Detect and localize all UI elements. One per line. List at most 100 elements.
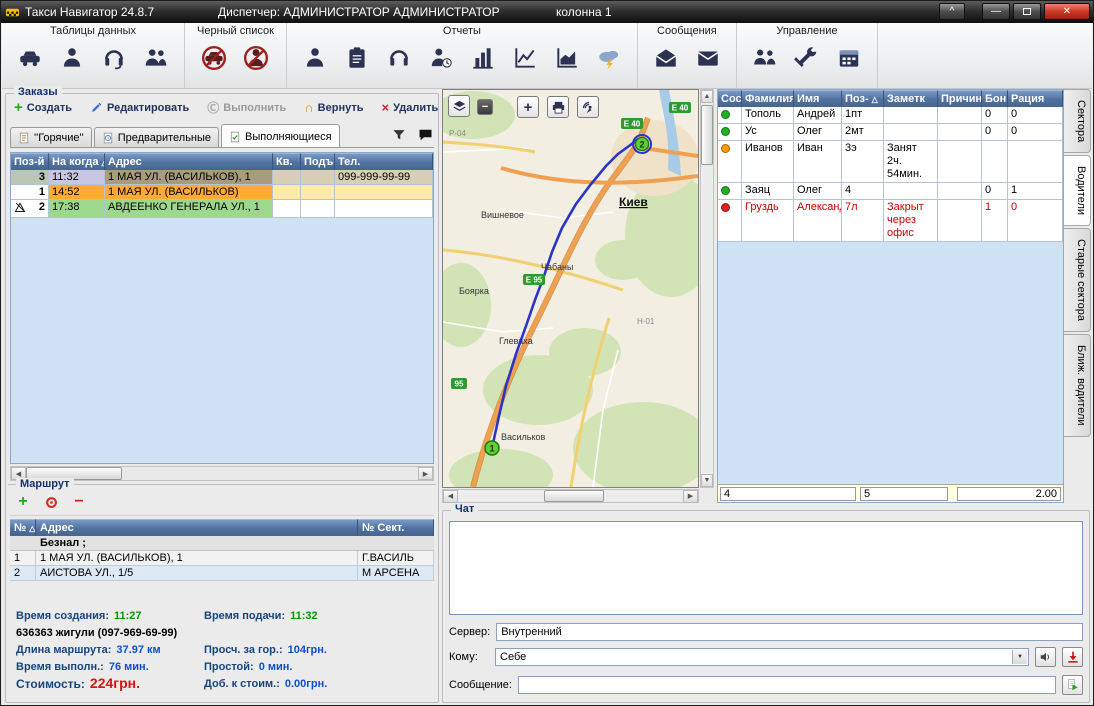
- drivers-table-button[interactable]: [140, 41, 172, 75]
- report-clients-button[interactable]: [299, 41, 331, 75]
- report-shift-button[interactable]: [425, 41, 457, 75]
- map-v-scrollbar[interactable]: ▲ ▼: [700, 89, 714, 488]
- route-row[interactable]: 2 АИСТОВА УЛ., 1/5 М АРСЕНА: [10, 566, 434, 581]
- orders-h-scrollbar[interactable]: ◀ ▶: [10, 466, 434, 481]
- schedule-button[interactable]: [833, 41, 865, 75]
- scroll-thumb[interactable]: [701, 105, 713, 165]
- svg-text:95: 95: [455, 380, 464, 389]
- save-chat-button[interactable]: [1062, 647, 1083, 667]
- scroll-right-arrow[interactable]: ▶: [418, 467, 433, 480]
- order-row[interactable]: 1 14:52 1 МАЯ УЛ. (ВАСИЛЬКОВ): [11, 185, 433, 200]
- blacklist-clients-button[interactable]: [240, 41, 272, 75]
- filter-button[interactable]: [390, 126, 408, 144]
- route-group-row[interactable]: Безнал ;: [10, 536, 434, 551]
- recipient-row: Кому: Себе ▼: [449, 647, 1083, 667]
- send-message-button[interactable]: [1062, 675, 1083, 695]
- scroll-left-arrow[interactable]: ◀: [443, 490, 458, 503]
- toolbar-group-reports: Отчеты: [287, 23, 638, 88]
- scroll-down-arrow[interactable]: ▼: [701, 474, 713, 487]
- edit-order-button[interactable]: Редактировать: [90, 101, 189, 114]
- route-table-header[interactable]: №△ Адрес № Сект.: [10, 519, 434, 536]
- settings-button[interactable]: [791, 41, 823, 75]
- map-satellite-button[interactable]: [577, 96, 599, 118]
- collapse-ribbon-button[interactable]: ^: [939, 3, 965, 20]
- order-row[interactable]: 2 17:38 АВДЕЕНКО ГЕНЕРАЛА УЛ., 1: [11, 200, 433, 218]
- blacklist-cars-button[interactable]: [198, 41, 230, 75]
- calendar-icon: [836, 45, 862, 71]
- scroll-right-arrow[interactable]: ▶: [683, 490, 698, 503]
- cars-table-button[interactable]: [14, 41, 46, 75]
- title-bar[interactable]: Такси Навигатор 24.8.7 Диспетчер: АДМИНИ…: [1, 1, 1093, 23]
- page-icon: [18, 132, 30, 144]
- page-check-icon: [229, 131, 241, 143]
- map-print-button[interactable]: [547, 96, 569, 118]
- exec-time: 76 мин.: [109, 659, 149, 676]
- map-h-scrollbar[interactable]: ◀ ▶: [442, 489, 699, 503]
- driver-row[interactable]: Иванов Иван 3э Занят 2ч. 54мин.: [718, 141, 1063, 183]
- tab-old-sectors[interactable]: Старые сектора: [1064, 228, 1091, 332]
- route-marker-end[interactable]: 2: [633, 135, 651, 153]
- execute-order-button[interactable]: ⒸВыполнить: [207, 99, 286, 116]
- tab-nearest-drivers[interactable]: Ближ. водители: [1064, 334, 1091, 437]
- people-group-icon: [752, 45, 778, 71]
- minimize-button[interactable]: —: [982, 3, 1010, 20]
- mail-button[interactable]: [692, 41, 724, 75]
- report-orders-button[interactable]: [341, 41, 373, 75]
- map-zoom-in-button[interactable]: +: [517, 96, 539, 118]
- mail-open-button[interactable]: [650, 41, 682, 75]
- road-badge-e95: E 95: [523, 274, 545, 285]
- clipboard-icon: [344, 45, 370, 71]
- chevron-down-icon[interactable]: ▼: [1012, 650, 1027, 664]
- create-order-button[interactable]: +Создать: [14, 102, 72, 114]
- map-layers-button[interactable]: [448, 95, 470, 117]
- driver-row[interactable]: Груздь Александр 7л Закрыт через офис 1 …: [718, 200, 1063, 242]
- map-zoom-out-button[interactable]: −: [477, 99, 493, 115]
- weather-button[interactable]: [593, 41, 625, 75]
- drivers-table-header[interactable]: Сос Фамилия Имя Поз-△ Заметк Причин Бон …: [718, 90, 1063, 107]
- headset-icon: [101, 45, 127, 71]
- maximize-button[interactable]: [1013, 3, 1041, 20]
- orders-table-header[interactable]: Поз-й На когда△ Адрес Кв. Подъе Тел.: [11, 153, 433, 170]
- report-stats-button[interactable]: [467, 41, 499, 75]
- scroll-thumb[interactable]: [544, 490, 604, 502]
- close-button[interactable]: ✕: [1044, 3, 1090, 20]
- tab-preliminary-orders[interactable]: Предварительные: [94, 127, 219, 147]
- map-graphic: E 95 95 E 40 E 40 Р-04 Н-01 Вишн: [443, 90, 698, 487]
- report-area-button[interactable]: [551, 41, 583, 75]
- driver-row[interactable]: Заяц Олег 4 0 1: [718, 183, 1063, 200]
- order-row[interactable]: 3 11:32 1 МАЯ УЛ. (ВАСИЛЬКОВ), 1 099-999…: [11, 170, 433, 185]
- svg-text:2: 2: [639, 140, 644, 150]
- clients-table-button[interactable]: [56, 41, 88, 75]
- server-field[interactable]: [496, 623, 1083, 641]
- tab-sectors[interactable]: Сектора: [1064, 89, 1091, 153]
- route-marker-start[interactable]: 1: [485, 441, 499, 455]
- plus-icon: +: [524, 99, 533, 116]
- dispatchers-table-button[interactable]: [98, 41, 130, 75]
- scroll-up-arrow[interactable]: ▲: [701, 90, 713, 103]
- report-graph-button[interactable]: [509, 41, 541, 75]
- return-order-button[interactable]: ∩Вернуть: [304, 100, 363, 115]
- route-panel: Маршрут + − №△ Адрес № Сект. Безнал ; 1 …: [8, 484, 436, 700]
- order-chat-button[interactable]: [416, 126, 434, 144]
- page-clock-icon: [102, 132, 114, 144]
- driver-row[interactable]: Ус Олег 2мт 0 0: [718, 124, 1063, 141]
- users-admin-button[interactable]: [749, 41, 781, 75]
- tab-executing-orders[interactable]: Выполняющиеся: [221, 124, 340, 147]
- tab-drivers[interactable]: Водители: [1064, 155, 1091, 226]
- delete-order-button[interactable]: ×Удалить: [382, 100, 439, 115]
- driver-row[interactable]: Тополь Андрей 1пт 0 0: [718, 107, 1063, 124]
- route-row[interactable]: 1 1 МАЯ УЛ. (ВАСИЛЬКОВ), 1 Г.ВАСИЛЬ: [10, 551, 434, 566]
- report-dispatchers-button[interactable]: [383, 41, 415, 75]
- chat-history-area[interactable]: [449, 521, 1083, 615]
- recipient-combo[interactable]: Себе ▼: [495, 648, 1029, 666]
- window-title: Такси Навигатор 24.8.7: [25, 5, 154, 19]
- message-input[interactable]: [518, 676, 1056, 694]
- route-target-button[interactable]: [42, 493, 60, 511]
- map-canvas[interactable]: E 95 95 E 40 E 40 Р-04 Н-01 Вишн: [442, 89, 699, 488]
- route-remove-button[interactable]: −: [70, 493, 88, 511]
- sound-button[interactable]: [1035, 647, 1056, 667]
- sort-asc-icon: △: [872, 95, 878, 104]
- group-label-reports: Отчеты: [299, 25, 625, 37]
- route-add-button[interactable]: +: [14, 493, 32, 511]
- tab-hot-orders[interactable]: ''Горячие'': [10, 127, 92, 147]
